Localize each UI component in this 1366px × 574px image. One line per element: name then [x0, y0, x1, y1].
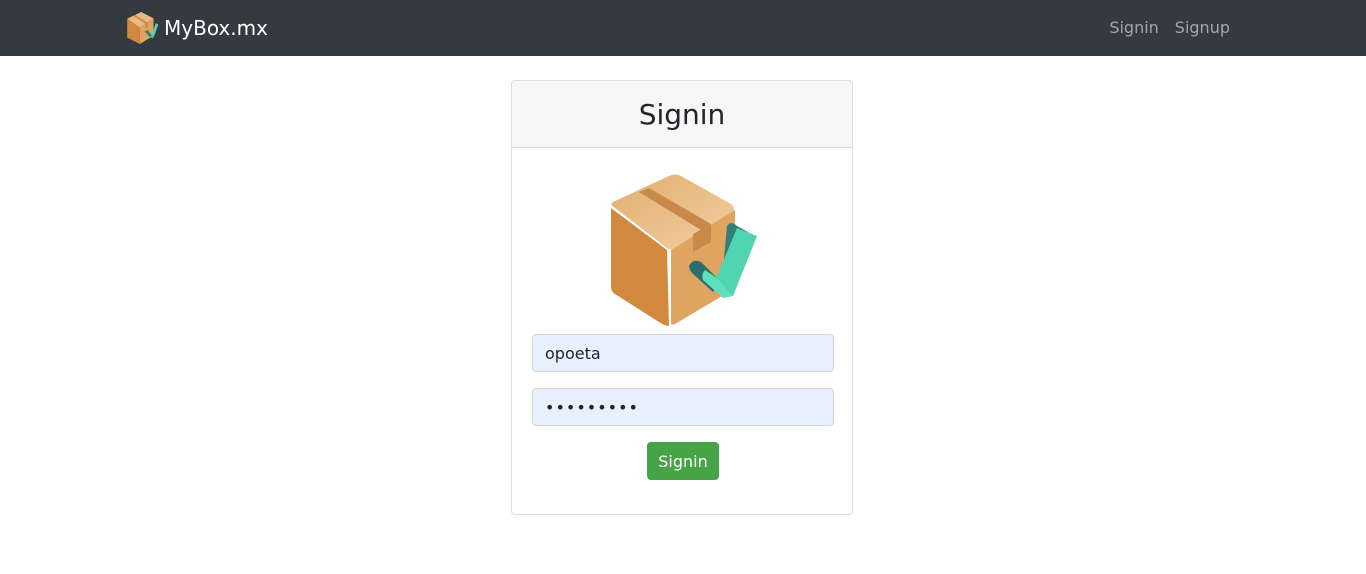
nav-signup-link[interactable]: Signup — [1175, 17, 1230, 39]
box-check-icon — [127, 12, 159, 44]
top-navbar: MyBox.mx Signin Signup — [0, 0, 1366, 56]
signin-title: Signin — [638, 97, 726, 131]
nav-links: Signin Signup — [1093, 17, 1230, 39]
password-input[interactable] — [532, 388, 834, 426]
brand-name: MyBox.mx — [164, 16, 268, 40]
brand-link[interactable]: MyBox.mx — [127, 12, 268, 44]
nav-signin-link[interactable]: Signin — [1109, 17, 1158, 39]
box-check-icon — [611, 174, 757, 326]
signin-button[interactable]: Signin — [647, 442, 719, 480]
username-input[interactable] — [532, 334, 834, 372]
signin-card: Signin Signin — [511, 80, 853, 515]
signin-card-header: Signin — [512, 81, 852, 148]
